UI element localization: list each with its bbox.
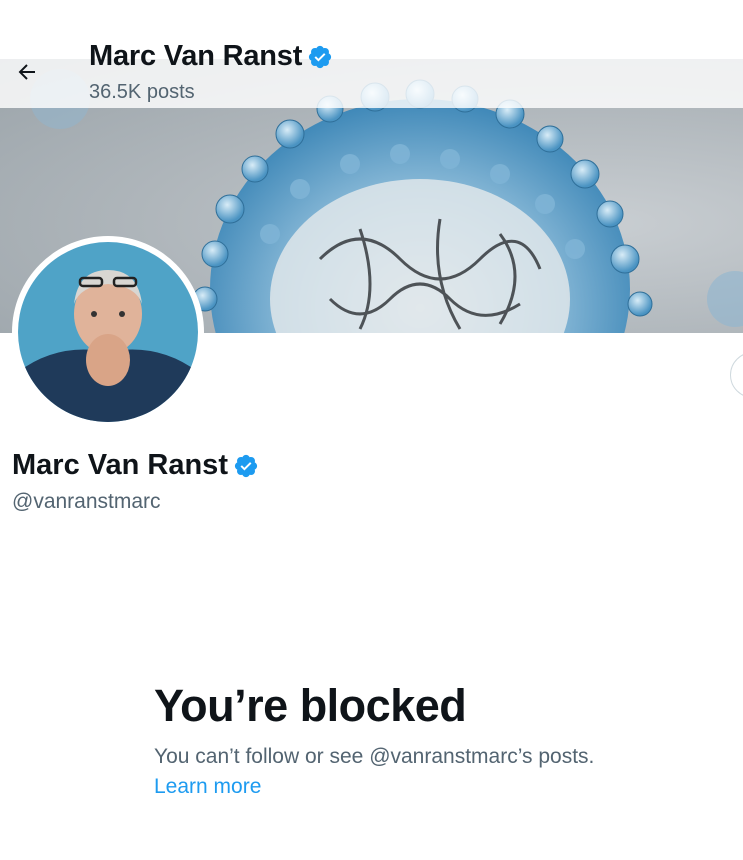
blocked-message: You can’t follow or see @vanranstmarc’s … xyxy=(154,745,595,768)
post-count: 36.5K posts xyxy=(89,81,195,103)
arrow-left-icon xyxy=(18,64,35,80)
header-title: Marc Van Ranst xyxy=(89,40,333,73)
avatar[interactable] xyxy=(12,236,204,428)
header-name: Marc Van Ranst xyxy=(89,40,303,72)
back-button[interactable] xyxy=(7,52,47,92)
profile-name-row: Marc Van Ranst xyxy=(12,449,259,482)
verified-badge-icon[interactable] xyxy=(233,453,259,479)
verified-badge-icon[interactable] xyxy=(307,44,333,70)
avatar-photo xyxy=(18,242,198,422)
profile-more-button[interactable] xyxy=(730,352,743,398)
profile-handle: @vanranstmarc xyxy=(12,490,161,513)
learn-more-link[interactable]: Learn more xyxy=(154,775,261,799)
blocked-title: You’re blocked xyxy=(154,680,467,731)
profile-name: Marc Van Ranst xyxy=(12,449,228,481)
